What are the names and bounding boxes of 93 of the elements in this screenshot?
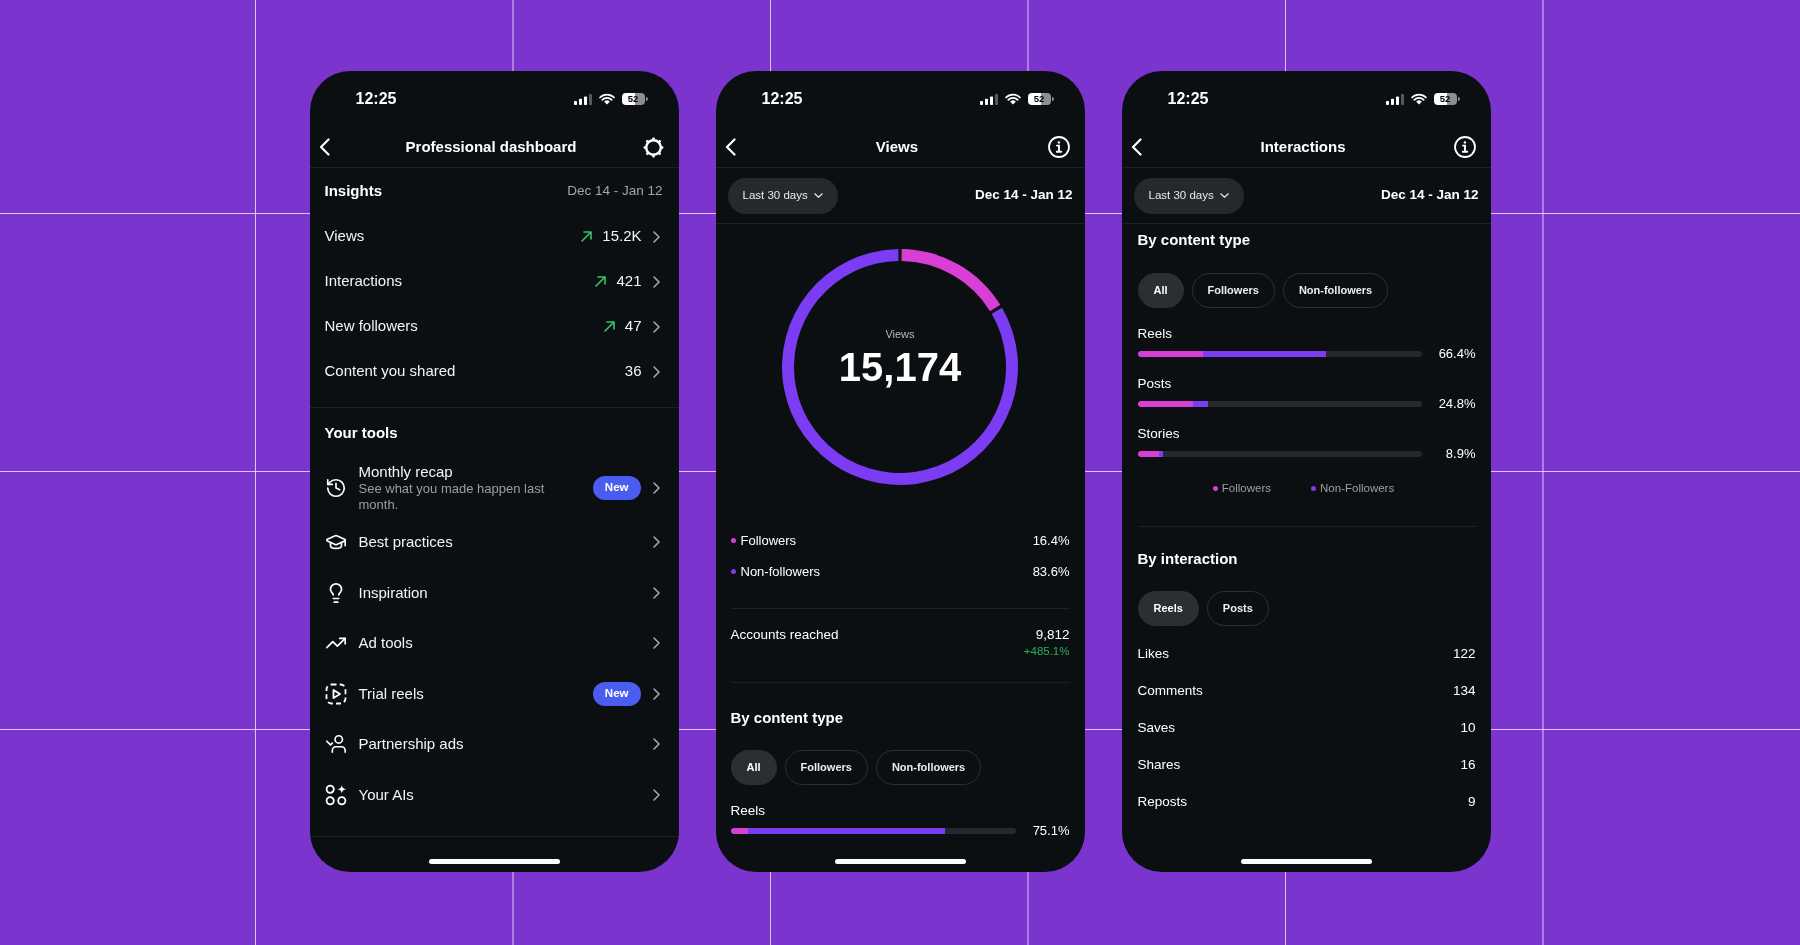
metric-value: 9 — [1468, 793, 1476, 812]
chevron-right-icon — [652, 275, 660, 288]
metric-label: Comments — [1137, 682, 1203, 701]
battery-indicator: 52 — [1433, 93, 1460, 105]
bar-value: 24.8% — [1437, 395, 1476, 413]
new-badge: New — [592, 681, 641, 706]
status-time: 12:25 — [355, 91, 397, 107]
shapes-sparkle-icon — [324, 783, 347, 806]
signal-icon — [1385, 93, 1404, 105]
wifi-icon — [598, 93, 615, 105]
section-title: By interaction — [1137, 549, 1239, 569]
info-icon[interactable] — [1453, 136, 1476, 158]
section-title: By content type — [1137, 230, 1251, 250]
bar-label: Stories — [1137, 425, 1181, 443]
insight-row[interactable]: Views 15.2K — [309, 214, 679, 259]
legend-value: 83.6% — [1032, 562, 1070, 581]
date-range: Dec 14 - Jan 12 — [567, 181, 663, 200]
bar-value: 66.4% — [1437, 345, 1476, 363]
metric-label: Likes — [1137, 645, 1169, 664]
stat-value: 9,812 — [1035, 626, 1070, 644]
bar-value: 8.9% — [1444, 445, 1476, 463]
chevron-right-icon — [652, 320, 660, 333]
period-dropdown[interactable]: Last 30 days — [727, 177, 838, 214]
signal-icon — [573, 93, 592, 105]
settings-icon[interactable] — [642, 136, 664, 158]
chevron-right-icon — [652, 637, 660, 650]
insight-row[interactable]: New followers 47 — [309, 304, 679, 349]
metric-value: 10 — [1460, 719, 1476, 738]
chevron-left-icon[interactable] — [318, 138, 330, 156]
tool-row[interactable]: Monthly recap See what you made happen last month. New — [309, 458, 679, 517]
filter-chip[interactable]: Reels — [1137, 591, 1199, 626]
status-time: 12:25 — [1167, 91, 1209, 107]
bar-label: Posts — [1137, 375, 1173, 393]
bar-label: Reels — [730, 802, 766, 820]
chevron-left-icon[interactable] — [724, 138, 736, 156]
wifi-icon — [1410, 93, 1427, 105]
battery-indicator: 52 — [1027, 93, 1054, 105]
battery-indicator: 52 — [621, 93, 648, 105]
tool-row[interactable]: Inspiration — [309, 567, 679, 618]
chevron-right-icon — [652, 536, 660, 549]
date-range: Dec 14 - Jan 12 — [974, 186, 1073, 205]
info-icon[interactable] — [1047, 136, 1070, 158]
chevron-right-icon — [652, 788, 660, 801]
chevron-right-icon — [652, 365, 660, 378]
tool-row[interactable]: Your AIs — [309, 769, 679, 820]
chevron-right-icon — [652, 586, 660, 599]
screen-title: Views — [875, 137, 919, 157]
chart-center-label: Views — [885, 327, 915, 341]
section-title: Your tools — [324, 422, 398, 443]
metric-value: 122 — [1452, 645, 1476, 664]
wifi-icon — [1004, 93, 1021, 105]
legend-label: Non-Followers — [1320, 481, 1395, 496]
history-icon — [324, 476, 347, 499]
stat-label: Accounts reached — [730, 626, 839, 644]
tool-row[interactable]: Trial reels New — [309, 668, 679, 719]
chevron-right-icon — [652, 687, 660, 700]
date-range: Dec 14 - Jan 12 — [1380, 186, 1479, 205]
stat-change: +485.1% — [1023, 644, 1070, 658]
legend-label: Followers — [740, 531, 797, 550]
chevron-left-icon[interactable] — [1130, 138, 1142, 156]
metric-value: 16 — [1460, 756, 1476, 775]
signal-icon — [979, 93, 998, 105]
section-title: Insights — [324, 180, 382, 201]
insight-row[interactable]: Interactions 421 — [309, 259, 679, 304]
tool-row[interactable]: Best practices — [309, 517, 679, 568]
chevron-down-icon — [1219, 193, 1229, 198]
bar-value: 75.1% — [1031, 822, 1070, 840]
chevron-right-icon — [652, 738, 660, 751]
filter-chip[interactable]: All — [730, 750, 777, 785]
tool-row[interactable]: Partnership ads — [309, 719, 679, 770]
insight-row[interactable]: Content you shared 36 — [309, 349, 679, 394]
dashed-play-icon — [324, 682, 347, 705]
period-dropdown[interactable]: Last 30 days — [1133, 177, 1244, 214]
user-check-icon — [324, 733, 347, 756]
chevron-right-icon — [652, 481, 660, 494]
chart-center-value: 15,174 — [838, 345, 962, 389]
metric-label: Shares — [1137, 756, 1181, 775]
metric-label: Reposts — [1137, 793, 1188, 812]
new-badge: New — [592, 475, 641, 500]
filter-chip[interactable]: All — [1137, 273, 1184, 308]
chevron-down-icon — [813, 193, 823, 198]
metric-label: Saves — [1137, 719, 1176, 738]
metric-value: 134 — [1452, 682, 1476, 701]
section-title: By content type — [730, 708, 844, 728]
chevron-right-icon — [652, 230, 660, 243]
legend-value: 16.4% — [1032, 531, 1070, 550]
bar-label: Reels — [1137, 325, 1173, 343]
legend-label: Followers — [1221, 481, 1272, 496]
screen-title: Interactions — [1260, 137, 1346, 157]
tool-row[interactable]: Ad tools — [309, 618, 679, 669]
status-time: 12:25 — [761, 91, 803, 107]
screen-title: Professional dashboard — [405, 137, 577, 157]
legend-label: Non-followers — [740, 562, 820, 581]
